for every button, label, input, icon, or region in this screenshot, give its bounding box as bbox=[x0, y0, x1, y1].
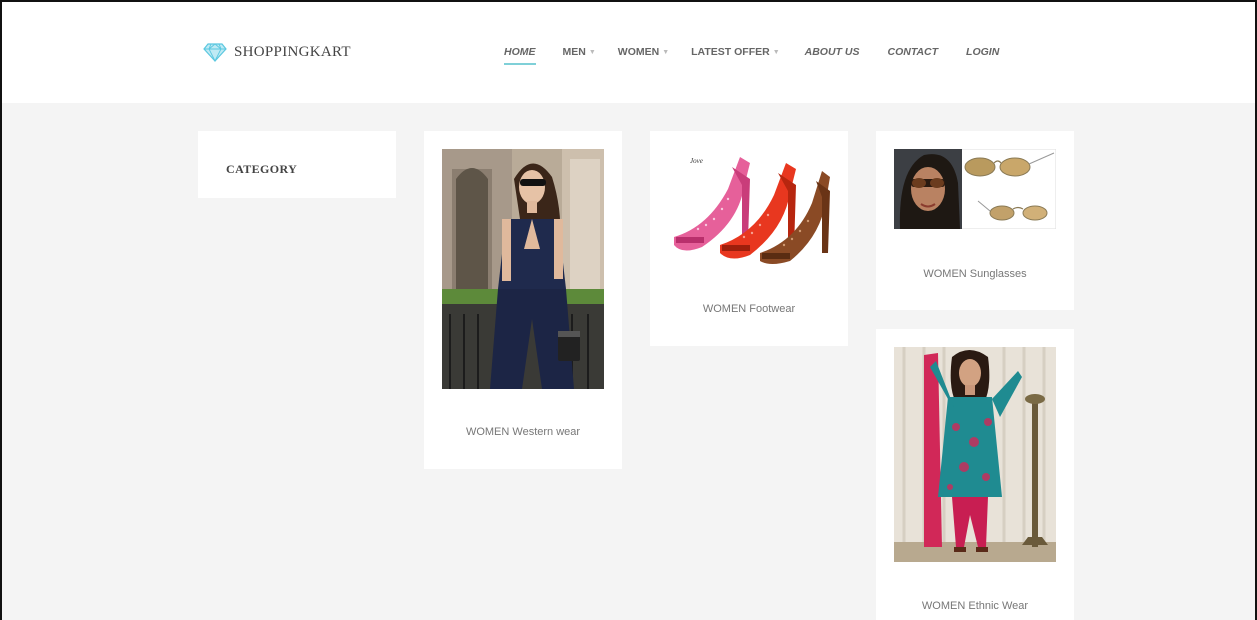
product-image-western-wear bbox=[442, 149, 604, 389]
nav-men[interactable]: MEN ▼ bbox=[563, 46, 596, 58]
product-card-western-wear[interactable]: WOMEN Western wear bbox=[424, 131, 622, 469]
brand-name: SHOPPINGKART bbox=[234, 44, 351, 60]
product-caption-western-wear: WOMEN Western wear bbox=[465, 426, 581, 438]
nav-women-label: WOMEN bbox=[617, 46, 660, 58]
product-card-footwear[interactable]: Jove WOMEN Footwear bbox=[650, 131, 848, 346]
product-image-ethnic-wear bbox=[894, 347, 1056, 562]
nav-contact[interactable]: CONTACT bbox=[887, 46, 938, 58]
nav-login[interactable]: LOGIN bbox=[966, 46, 999, 58]
nav-men-label: MEN bbox=[562, 46, 586, 58]
brand-logo[interactable]: SHOPPINGKART bbox=[203, 43, 351, 62]
category-title: CATEGORY bbox=[226, 162, 298, 176]
nav-latest-offer[interactable]: LATEST OFFER ▼ bbox=[691, 46, 780, 58]
nav-about-us-label: ABOUT US bbox=[804, 46, 860, 58]
nav-latest-offer-label: LATEST OFFER bbox=[691, 46, 770, 58]
category-sidebar: CATEGORY bbox=[198, 131, 396, 198]
product-card-sunglasses[interactable]: WOMEN Sunglasses bbox=[876, 131, 1074, 310]
site-header: SHOPPINGKART HOME MEN ▼ WOMEN ▼ LATEST O… bbox=[0, 0, 1257, 103]
nav-home-label: HOME bbox=[504, 46, 536, 58]
nav-login-label: LOGIN bbox=[966, 46, 1000, 58]
product-image-footwear: Jove bbox=[668, 149, 830, 267]
nav-about-us[interactable]: ABOUT US bbox=[805, 46, 860, 58]
product-card-ethnic-wear[interactable]: WOMEN Ethnic Wear bbox=[876, 329, 1074, 620]
diamond-icon bbox=[203, 43, 227, 62]
product-caption-footwear: WOMEN Footwear bbox=[702, 303, 796, 315]
product-caption-sunglasses: WOMEN Sunglasses bbox=[923, 268, 1027, 280]
chevron-down-icon: ▼ bbox=[588, 48, 596, 56]
chevron-down-icon: ▼ bbox=[772, 48, 780, 56]
product-caption-ethnic-wear: WOMEN Ethnic Wear bbox=[921, 600, 1029, 612]
main-nav: HOME MEN ▼ WOMEN ▼ LATEST OFFER ▼ ABOUT … bbox=[504, 46, 999, 65]
nav-contact-label: CONTACT bbox=[887, 46, 939, 58]
brand-mark-text: Jove bbox=[690, 157, 703, 165]
nav-home[interactable]: HOME bbox=[504, 46, 536, 65]
nav-women[interactable]: WOMEN ▼ bbox=[618, 46, 669, 58]
chevron-down-icon: ▼ bbox=[662, 48, 670, 56]
product-image-sunglasses bbox=[894, 149, 1056, 229]
